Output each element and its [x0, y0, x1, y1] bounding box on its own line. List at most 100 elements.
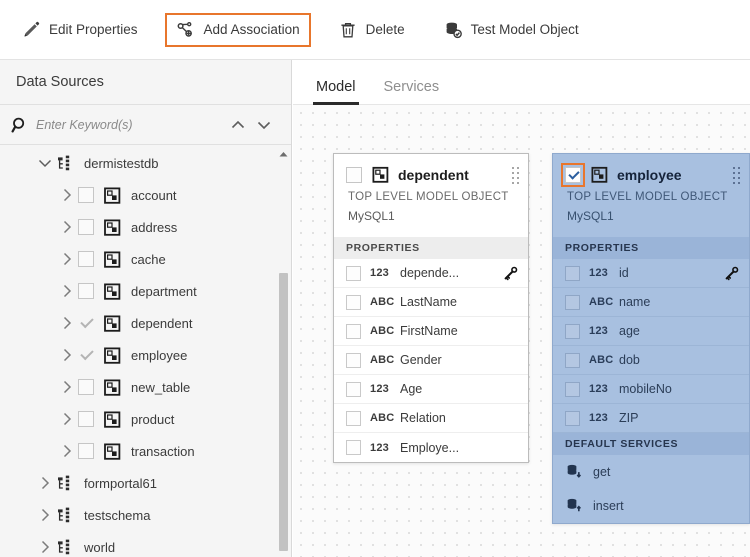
- property-checkbox[interactable]: [565, 294, 580, 310]
- chevron-right-icon[interactable]: [56, 408, 78, 430]
- tree-item-checkbox[interactable]: [78, 219, 94, 235]
- property-row[interactable]: ABC dob: [553, 346, 749, 375]
- chevron-right-icon[interactable]: [34, 472, 56, 494]
- chevron-down-icon[interactable]: [251, 112, 277, 138]
- property-checkbox[interactable]: [346, 294, 361, 310]
- property-checkbox[interactable]: [565, 410, 580, 426]
- properties-section-header: PROPERTIES: [334, 237, 528, 259]
- chevron-right-icon[interactable]: [56, 216, 78, 238]
- property-checkbox[interactable]: [346, 323, 361, 339]
- tree-item-label: account: [131, 187, 177, 203]
- tree-item-formportal61[interactable]: formportal61: [0, 467, 291, 499]
- tree-item-dependent[interactable]: dependent: [0, 307, 291, 339]
- tree-item-world[interactable]: world: [0, 531, 291, 557]
- card-title-row: dependent: [346, 166, 516, 184]
- property-checkbox[interactable]: [346, 381, 361, 397]
- tree-item-checkbox[interactable]: [78, 315, 94, 331]
- tree-scroll-up-arrow[interactable]: [278, 147, 289, 158]
- chevron-right-icon[interactable]: [56, 344, 78, 366]
- chevron-right-icon[interactable]: [34, 536, 56, 557]
- test-model-object-icon: [443, 20, 463, 40]
- tree-item-checkbox[interactable]: [78, 187, 94, 203]
- property-type-badge: 123: [370, 267, 389, 279]
- tree-item-testschema[interactable]: testschema: [0, 499, 291, 531]
- card-drag-handle[interactable]: [512, 167, 519, 185]
- property-checkbox[interactable]: [565, 381, 580, 397]
- property-row[interactable]: 123 Employe...: [334, 433, 528, 462]
- card-drag-handle[interactable]: [733, 167, 740, 185]
- chevron-right-icon[interactable]: [34, 504, 56, 526]
- chevron-right-icon[interactable]: [56, 280, 78, 302]
- tree-item-checkbox[interactable]: [78, 347, 94, 363]
- tree-vertical-scrollbar[interactable]: [279, 273, 288, 551]
- property-checkbox[interactable]: [346, 410, 361, 426]
- tree-item-checkbox[interactable]: [78, 283, 94, 299]
- tree-item-label: world: [84, 539, 116, 555]
- tree-item-checkbox[interactable]: [78, 443, 94, 459]
- property-row[interactable]: ABC Gender: [334, 346, 528, 375]
- tree-item-employee[interactable]: employee: [0, 339, 291, 371]
- property-row[interactable]: ABC name: [553, 288, 749, 317]
- search-bar: [0, 105, 291, 145]
- data-sources-title: Data Sources: [16, 74, 104, 90]
- edit-properties-button[interactable]: Edit Properties: [10, 13, 149, 47]
- chevron-right-icon[interactable]: [56, 248, 78, 270]
- trash-icon: [338, 20, 358, 40]
- chevron-up-icon[interactable]: [225, 112, 251, 138]
- schema-icon: [56, 506, 75, 525]
- chevron-right-icon[interactable]: [56, 440, 78, 462]
- tree-item-account[interactable]: account: [0, 179, 291, 211]
- property-row[interactable]: 123 Age: [334, 375, 528, 404]
- property-row[interactable]: ABC LastName: [334, 288, 528, 317]
- test-model-object-button[interactable]: Test Model Object: [432, 13, 590, 47]
- card-select-checkbox[interactable]: [561, 163, 585, 187]
- property-checkbox[interactable]: [346, 440, 361, 455]
- property-checkbox[interactable]: [346, 352, 361, 368]
- chevron-right-icon[interactable]: [56, 376, 78, 398]
- tab-model[interactable]: Model: [302, 79, 370, 105]
- property-row[interactable]: 123 ZIP: [553, 404, 749, 433]
- property-row[interactable]: ABC FirstName: [334, 317, 528, 346]
- tree-item-department[interactable]: department: [0, 275, 291, 307]
- property-type-badge: 123: [370, 383, 389, 395]
- tab-services[interactable]: Services: [370, 79, 454, 104]
- model-object-card-dependent[interactable]: dependent TOP LEVEL MODEL OBJECT MySQL1 PRO…: [333, 153, 529, 463]
- tree-item-transaction[interactable]: transaction: [0, 435, 291, 467]
- property-checkbox[interactable]: [346, 265, 361, 281]
- tree-item-label: product: [131, 411, 175, 427]
- tree-item-address[interactable]: address: [0, 211, 291, 243]
- tree-item-checkbox[interactable]: [78, 411, 94, 427]
- tree-item-product[interactable]: product: [0, 403, 291, 435]
- service-row-insert[interactable]: insert: [553, 489, 749, 523]
- table-icon: [103, 186, 122, 205]
- model-object-card-employee[interactable]: employee TOP LEVEL MODEL OBJECT MySQL1 PROP…: [552, 153, 750, 524]
- property-checkbox[interactable]: [565, 352, 580, 368]
- card-subtitle: TOP LEVEL MODEL OBJECT: [567, 191, 728, 203]
- tree-item-new-table[interactable]: new_table: [0, 371, 291, 403]
- tree-item-checkbox[interactable]: [78, 379, 94, 395]
- model-object-icon: [591, 166, 609, 184]
- property-row[interactable]: ABC Relation: [334, 404, 528, 433]
- service-row-get[interactable]: get: [553, 455, 749, 489]
- delete-button[interactable]: Delete: [327, 13, 416, 47]
- property-checkbox[interactable]: [565, 265, 580, 281]
- model-canvas[interactable]: dependent TOP LEVEL MODEL OBJECT MySQL1 PRO…: [293, 105, 750, 557]
- chevron-down-icon[interactable]: [34, 152, 56, 174]
- property-row[interactable]: 123 age: [553, 317, 749, 346]
- property-row[interactable]: 123 depende...: [334, 259, 528, 288]
- search-input[interactable]: [36, 117, 225, 132]
- tree-item-dermistestdb[interactable]: dermistestdb: [0, 147, 291, 179]
- search-icon: [10, 115, 30, 135]
- tree-item-checkbox[interactable]: [78, 251, 94, 267]
- card-select-checkbox[interactable]: [346, 167, 362, 183]
- property-checkbox[interactable]: [565, 323, 580, 339]
- card-header: dependent TOP LEVEL MODEL OBJECT MySQL1: [334, 154, 528, 237]
- property-row[interactable]: 123 mobileNo: [553, 375, 749, 404]
- tree-item-cache[interactable]: cache: [0, 243, 291, 275]
- chevron-right-icon[interactable]: [56, 312, 78, 334]
- add-association-button[interactable]: Add Association: [164, 12, 311, 47]
- property-row[interactable]: 123 id: [553, 259, 749, 288]
- card-datasource: MySQL1: [567, 209, 614, 223]
- chevron-right-icon[interactable]: [56, 184, 78, 206]
- property-type-badge: ABC: [589, 354, 614, 366]
